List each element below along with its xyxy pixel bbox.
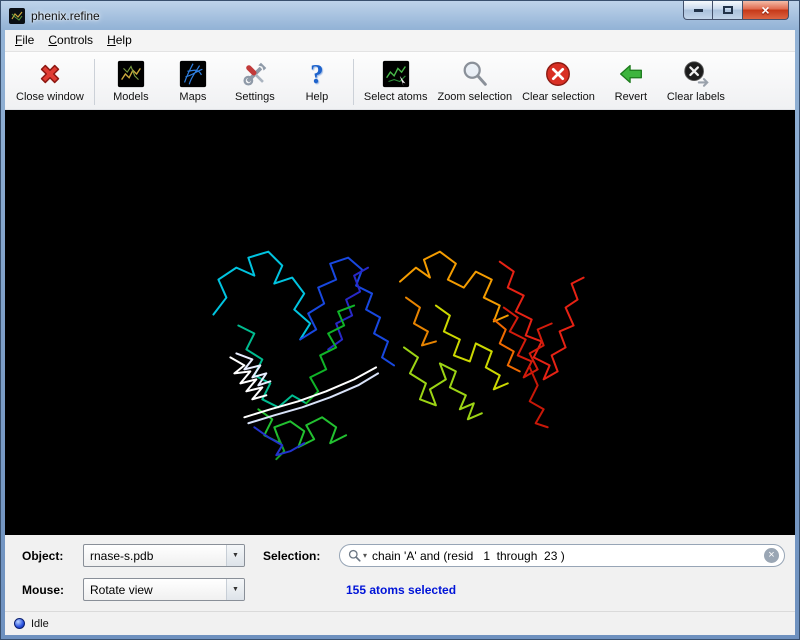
tool-maps[interactable]: Maps <box>162 58 224 103</box>
toolbar-separator <box>94 59 95 105</box>
close-icon: × <box>761 2 769 18</box>
window-title: phenix.refine <box>31 9 100 23</box>
chevron-down-icon: ▼ <box>226 579 244 600</box>
models-icon <box>115 58 147 90</box>
control-panel: Object: rnase-s.pdb ▼ Selection: ▾ × Mou… <box>5 535 795 611</box>
menubar: File Controls Help <box>5 30 795 52</box>
selection-searchbox[interactable]: ▾ × <box>339 544 785 567</box>
titlebar[interactable]: phenix.refine × <box>1 1 799 30</box>
minimize-button[interactable] <box>683 1 713 20</box>
maximize-button[interactable] <box>713 1 743 20</box>
maximize-icon <box>723 6 733 14</box>
close-button[interactable]: × <box>743 1 789 20</box>
select-atoms-icon <box>380 58 412 90</box>
object-dropdown[interactable]: rnase-s.pdb ▼ <box>83 544 245 567</box>
client-area: File Controls Help Close window Models <box>5 30 795 635</box>
app-window: phenix.refine × File Controls Help Close… <box>0 0 800 640</box>
clear-selection-icon <box>542 58 574 90</box>
chevron-down-icon: ▼ <box>226 545 244 566</box>
molecule-viewport[interactable] <box>5 110 795 535</box>
status-led-icon <box>14 618 25 629</box>
search-icon <box>348 549 361 562</box>
tool-help[interactable]: ? Help <box>286 58 348 103</box>
help-icon: ? <box>301 58 333 90</box>
menu-controls[interactable]: Controls <box>41 31 100 50</box>
app-icon <box>9 8 25 24</box>
clear-labels-icon <box>680 58 712 90</box>
revert-icon <box>615 58 647 90</box>
tool-revert[interactable]: Revert <box>600 58 662 103</box>
status-text: Idle <box>31 618 49 630</box>
search-menu-caret-icon[interactable]: ▾ <box>363 551 367 560</box>
selection-input[interactable] <box>372 549 764 563</box>
object-label: Object: <box>22 549 63 563</box>
selection-label: Selection: <box>263 549 320 563</box>
mouse-mode-dropdown[interactable]: Rotate view ▼ <box>83 578 245 601</box>
close-window-icon <box>34 58 66 90</box>
atoms-selected-text: 155 atoms selected <box>346 583 456 597</box>
tool-clear-selection[interactable]: Clear selection <box>517 58 600 103</box>
tool-zoom-selection[interactable]: Zoom selection <box>432 58 517 103</box>
settings-icon <box>239 58 271 90</box>
window-controls: × <box>683 1 789 20</box>
tool-clear-labels[interactable]: Clear labels <box>662 58 730 103</box>
tool-settings[interactable]: Settings <box>224 58 286 103</box>
molecule-rendering <box>5 110 795 535</box>
clear-search-icon[interactable]: × <box>764 548 779 563</box>
status-bar: Idle <box>5 611 795 635</box>
toolbar-separator <box>353 59 354 105</box>
minimize-icon <box>694 9 703 12</box>
mouse-label: Mouse: <box>22 583 64 597</box>
menu-help[interactable]: Help <box>100 31 139 50</box>
tool-select-atoms[interactable]: Select atoms <box>359 58 433 103</box>
menu-file[interactable]: File <box>8 31 41 50</box>
tool-close-window[interactable]: Close window <box>11 58 89 103</box>
maps-icon <box>177 58 209 90</box>
zoom-selection-icon <box>459 58 491 90</box>
tool-models[interactable]: Models <box>100 58 162 103</box>
toolbar: Close window Models Maps <box>5 52 795 110</box>
